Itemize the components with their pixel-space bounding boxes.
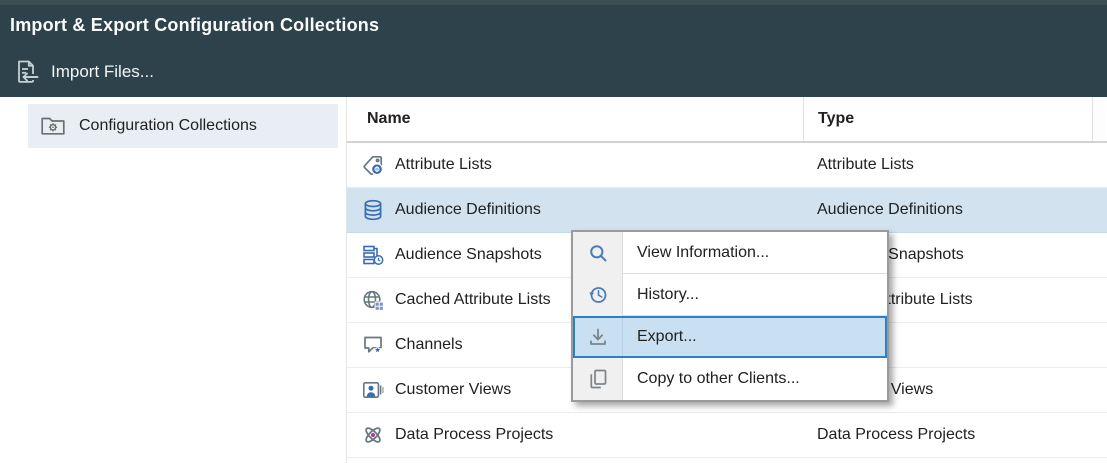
channel-star-icon: [361, 333, 385, 357]
sidebar-item-configuration-collections[interactable]: Configuration Collections: [28, 104, 338, 148]
menu-item-export[interactable]: Export...: [573, 316, 887, 358]
page-title: Import & Export Configuration Collection…: [10, 15, 379, 36]
sidebar: Configuration Collections: [0, 97, 347, 463]
database-icon: [361, 198, 385, 222]
row-name: Customer Views: [395, 381, 511, 399]
toolbar: Import Files...: [0, 46, 1107, 97]
globe-cache-icon: [361, 288, 385, 312]
titlebar: Import & Export Configuration Collection…: [0, 5, 1107, 46]
table-header-gutter: [1092, 97, 1106, 141]
app-header: Import & Export Configuration Collection…: [0, 0, 1107, 97]
history-icon: [573, 274, 623, 316]
customer-card-icon: [361, 378, 385, 402]
row-name: Channels: [395, 336, 463, 354]
table-row-selected[interactable]: Audience Definitions Audience Definition…: [347, 188, 1107, 233]
table-row[interactable]: Attribute Lists Attribute Lists: [347, 143, 1107, 188]
row-name: Audience Definitions: [395, 201, 541, 219]
context-menu: View Information... History... Export...: [571, 230, 889, 402]
import-files-button[interactable]: Import Files...: [12, 58, 154, 86]
row-type: Audience Definitions: [803, 201, 1107, 219]
menu-item-copy-to-other-clients[interactable]: Copy to other Clients...: [573, 358, 887, 400]
tag-icon: [361, 153, 385, 177]
snapshot-list-icon: [361, 243, 385, 267]
download-icon: [573, 316, 623, 358]
content-area: Configuration Collections Name Type: [0, 97, 1107, 463]
search-icon: [573, 232, 623, 274]
process-orbit-icon: [361, 423, 385, 447]
import-files-icon: [12, 58, 40, 86]
menu-item-label: Copy to other Clients...: [623, 358, 887, 400]
row-name: Attribute Lists: [395, 156, 492, 174]
row-type: Attribute Lists: [803, 156, 1107, 174]
import-files-label: Import Files...: [51, 62, 154, 82]
menu-item-label: Export...: [623, 316, 887, 358]
row-type: Data Process Projects: [803, 426, 1107, 444]
row-name: Audience Snapshots: [395, 246, 542, 264]
menu-item-label: History...: [623, 274, 887, 316]
sidebar-item-label: Configuration Collections: [79, 117, 257, 135]
menu-item-history[interactable]: History...: [573, 274, 887, 316]
menu-item-label: View Information...: [623, 232, 887, 274]
row-name: Data Process Projects: [395, 426, 553, 444]
table-header: Name Type: [347, 97, 1107, 143]
column-header-type[interactable]: Type: [803, 97, 1092, 141]
column-header-name[interactable]: Name: [347, 97, 803, 141]
folder-gear-icon: [40, 114, 66, 138]
menu-item-view-information[interactable]: View Information...: [573, 232, 887, 274]
copy-icon: [573, 358, 623, 400]
row-name: Cached Attribute Lists: [395, 291, 551, 309]
table-row[interactable]: Data Process Projects Data Process Proje…: [347, 413, 1107, 458]
